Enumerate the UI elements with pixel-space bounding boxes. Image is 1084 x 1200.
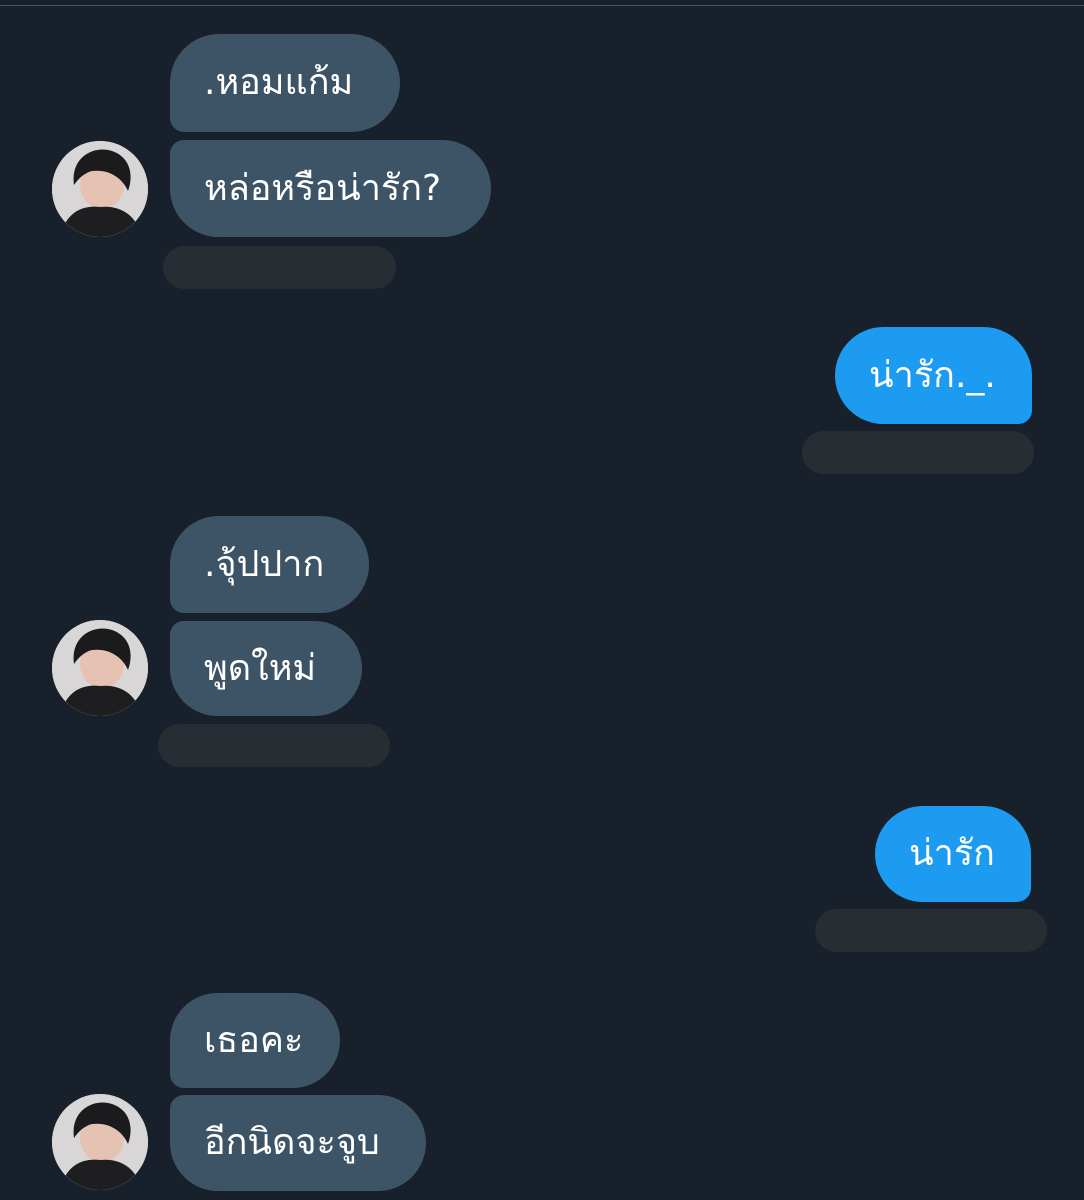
message-text: พูดใหม่ [204, 647, 317, 689]
redacted-timestamp-bar [802, 431, 1034, 474]
top-divider [0, 5, 1084, 6]
message-text: น่ารัก._. [869, 354, 996, 396]
sender-avatar[interactable] [52, 620, 148, 716]
incoming-message-bubble[interactable]: .จุ้ปปาก [170, 516, 369, 613]
redacted-timestamp-bar [815, 909, 1047, 952]
outgoing-message-bubble[interactable]: น่ารัก [875, 806, 1031, 902]
avatar-photo [52, 1094, 148, 1190]
incoming-message-bubble[interactable]: .หอมแก้ม [170, 34, 400, 132]
redacted-timestamp-bar [158, 724, 390, 767]
incoming-message-bubble[interactable]: อีกนิดจะจูบ [170, 1095, 426, 1191]
outgoing-message-bubble[interactable]: น่ารัก._. [835, 327, 1032, 424]
sender-avatar[interactable] [52, 141, 148, 237]
redacted-timestamp-bar [163, 246, 396, 289]
incoming-message-bubble[interactable]: หล่อหรือน่ารัก? [170, 140, 491, 237]
incoming-message-bubble[interactable]: เธอคะ [170, 993, 340, 1088]
message-text: น่ารัก [909, 833, 995, 874]
message-text: .จุ้ปปาก [204, 543, 325, 585]
avatar-photo [52, 141, 148, 237]
message-text: .หอมแก้ม [204, 62, 354, 103]
avatar-photo [52, 620, 148, 716]
message-text: เธอคะ [204, 1019, 304, 1061]
incoming-message-bubble[interactable]: พูดใหม่ [170, 621, 362, 716]
message-text: อีกนิดจะจูบ [204, 1122, 380, 1163]
message-text: หล่อหรือน่ารัก? [204, 167, 442, 209]
sender-avatar[interactable] [52, 1094, 148, 1190]
